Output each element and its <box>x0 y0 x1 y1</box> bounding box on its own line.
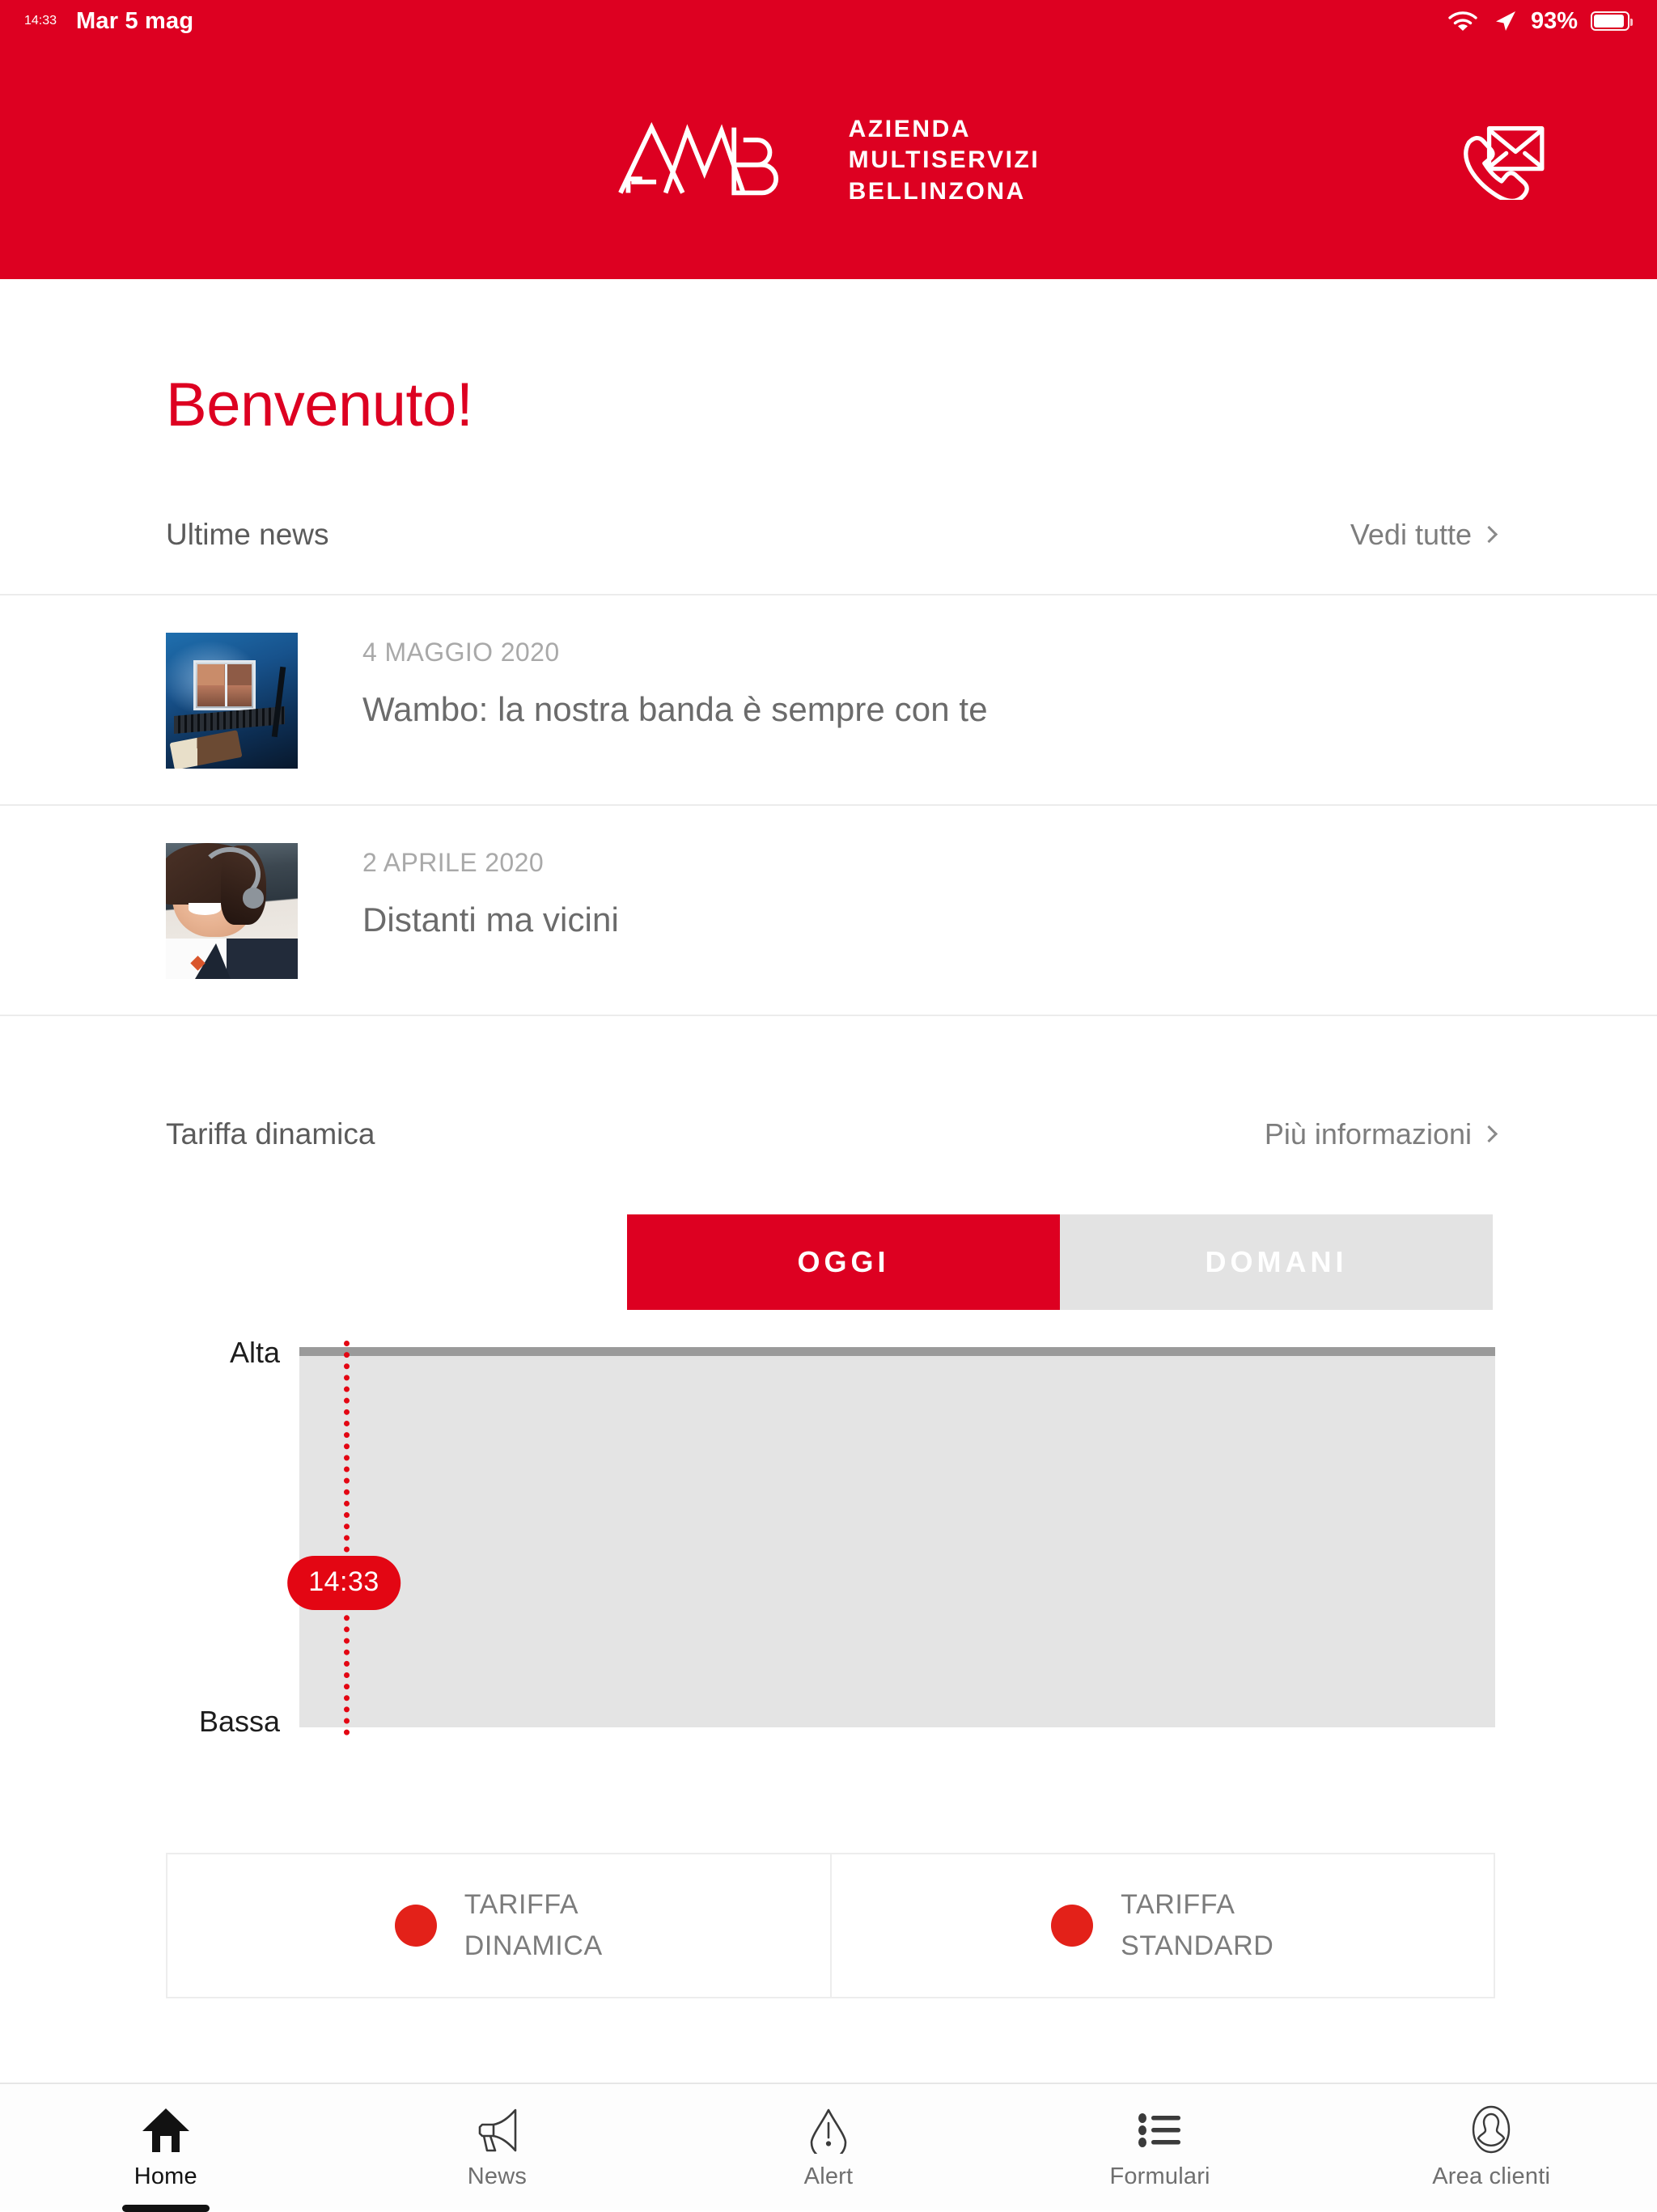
page-content: Benvenuto! Ultime news Vedi tutte 4 MAGG… <box>0 279 1657 1998</box>
tariff-section-title: Tariffa dinamica <box>166 1117 375 1151</box>
tariff-section-header: Tariffa dinamica Più informazioni <box>0 1016 1657 1151</box>
amb-logo-mark <box>617 121 820 200</box>
current-time-marker <box>344 1341 350 1735</box>
tab-alert[interactable]: Alert <box>663 2084 994 2210</box>
news-text: 4 MAGGIO 2020 Wambo: la nostra banda è s… <box>298 633 988 729</box>
news-date: 2 APRILE 2020 <box>362 848 619 878</box>
tab-formulari-label: Formulari <box>1109 2163 1210 2190</box>
status-bar: 14:33 Mar 5 mag 93% <box>0 0 1657 42</box>
news-title: Distanti ma vicini <box>362 900 619 939</box>
brand-line-3: BELLINZONA <box>849 176 1040 207</box>
news-text: 2 APRILE 2020 Distanti ma vicini <box>298 843 619 939</box>
chevron-right-icon <box>1481 525 1498 542</box>
brand-wordmark: AZIENDA MULTISERVIZI BELLINZONA <box>849 114 1040 207</box>
chevron-right-icon <box>1481 1125 1498 1142</box>
tab-area-clienti-label: Area clienti <box>1432 2163 1550 2190</box>
axis-label-bassa: Bassa <box>199 1705 280 1739</box>
brand-line-1: AZIENDA <box>849 114 1040 145</box>
brand-line-2: MULTISERVIZI <box>849 145 1040 176</box>
legend-dot-icon <box>1051 1905 1093 1947</box>
news-section-title: Ultime news <box>166 518 329 552</box>
page-title: Benvenuto! <box>0 279 1657 440</box>
tab-domani[interactable]: DOMANI <box>1060 1214 1493 1310</box>
legend-line-1: TARIFFA <box>464 1884 603 1926</box>
tab-home[interactable]: Home <box>0 2084 332 2210</box>
legend-card-standard[interactable]: TARIFFA STANDARD <box>830 1854 1494 1997</box>
axis-label-alta: Alta <box>230 1336 280 1370</box>
person-icon <box>1469 2105 1513 2154</box>
location-arrow-icon <box>1492 9 1518 33</box>
tab-area-clienti[interactable]: Area clienti <box>1325 2084 1657 2210</box>
chart-plot-area: 14:33 <box>299 1347 1495 1727</box>
bottom-tab-bar: Home News Alert <box>0 2083 1657 2210</box>
legend-line-2: STANDARD <box>1121 1926 1273 1967</box>
news-section-header: Ultime news Vedi tutte <box>0 440 1657 552</box>
battery-icon <box>1591 11 1629 31</box>
status-bar-left: 14:33 Mar 5 mag <box>24 8 193 35</box>
more-info-link[interactable]: Più informazioni <box>1265 1117 1495 1151</box>
tab-formulari[interactable]: Formulari <box>994 2084 1326 2210</box>
status-bar-right: 93% <box>1447 8 1629 35</box>
legend-dot-icon <box>395 1905 437 1947</box>
list-item[interactable]: 4 MAGGIO 2020 Wambo: la nostra banda è s… <box>0 595 1657 804</box>
legend-card-dinamica[interactable]: TARIFFA DINAMICA <box>167 1854 830 1997</box>
legend-line-2: DINAMICA <box>464 1926 603 1967</box>
tab-alert-label: Alert <box>804 2163 854 2190</box>
home-icon <box>141 2105 191 2154</box>
list-item[interactable]: 2 APRILE 2020 Distanti ma vicini <box>0 806 1657 1015</box>
more-info-label: Più informazioni <box>1265 1117 1472 1151</box>
news-title: Wambo: la nostra banda è sempre con te <box>362 690 988 729</box>
megaphone-icon <box>471 2105 523 2154</box>
wifi-icon <box>1447 9 1479 33</box>
legend-label: TARIFFA STANDARD <box>1121 1884 1273 1967</box>
current-time-badge: 14:33 <box>287 1556 400 1610</box>
news-thumbnail <box>166 843 298 979</box>
tab-news[interactable]: News <box>332 2084 663 2210</box>
news-thumbnail <box>166 633 298 769</box>
warning-triangle-icon <box>805 2105 852 2154</box>
tariff-legend: TARIFFA DINAMICA TARIFFA STANDARD <box>166 1853 1495 1998</box>
tab-oggi[interactable]: OGGI <box>627 1214 1060 1310</box>
legend-label: TARIFFA DINAMICA <box>464 1884 603 1967</box>
tariff-chart: Alta Bassa 14:33 <box>0 1347 1657 1727</box>
tab-home-label: Home <box>134 2163 197 2190</box>
legend-line-1: TARIFFA <box>1121 1884 1273 1926</box>
app-header: AZIENDA MULTISERVIZI BELLINZONA <box>0 42 1657 279</box>
tariff-day-toggle: OGGI DOMANI <box>627 1214 1493 1310</box>
status-date: Mar 5 mag <box>76 8 193 35</box>
phone-envelope-icon[interactable] <box>1452 122 1548 200</box>
list-icon <box>1135 2105 1185 2154</box>
news-date: 4 MAGGIO 2020 <box>362 638 988 667</box>
view-all-news-link[interactable]: Vedi tutte <box>1350 518 1495 552</box>
tab-news-label: News <box>468 2163 527 2190</box>
tariff-level-bar <box>299 1347 1495 1356</box>
brand-logo: AZIENDA MULTISERVIZI BELLINZONA <box>617 114 1040 207</box>
view-all-news-label: Vedi tutte <box>1350 518 1472 552</box>
status-time: 14:33 <box>24 14 57 28</box>
battery-percent: 93% <box>1531 8 1578 35</box>
